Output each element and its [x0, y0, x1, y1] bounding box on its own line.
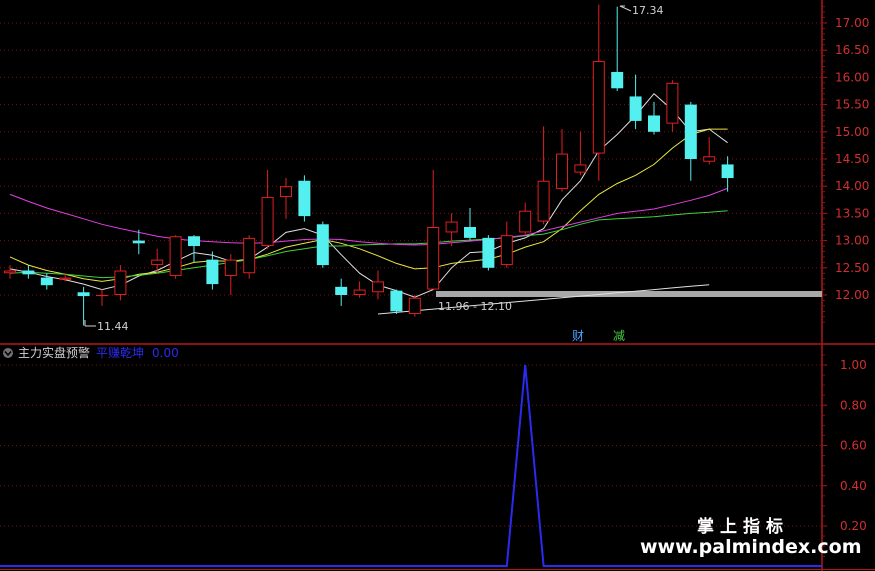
candle-body — [500, 235, 513, 266]
candle-body — [666, 82, 679, 124]
candle-body — [206, 259, 219, 285]
price-tick-label: 12.50 — [835, 261, 869, 275]
candle-body — [519, 210, 532, 233]
price-tick-label: 14.50 — [835, 152, 869, 166]
candle-body — [316, 224, 329, 266]
candle-body — [335, 286, 348, 295]
indicator-tick-label: 1.00 — [840, 358, 867, 372]
indicator-current-value: 0.00 — [152, 346, 179, 360]
stock-chart: 17.00 16.50 16.00 15.50 15.00 14.50 14.00 13.50… — [0, 0, 875, 571]
candle — [408, 295, 421, 317]
price-tick-label: 15.00 — [835, 125, 869, 139]
marker-cai: 财 — [572, 329, 584, 343]
watermark-cn: 掌上指标 — [697, 516, 789, 537]
high-price-label: 17.34 — [632, 4, 664, 17]
price-tick-label: 14.00 — [835, 179, 869, 193]
indicator-tick-label: 0.20 — [840, 519, 867, 533]
price-tick-label: 16.50 — [835, 43, 869, 57]
candle-body — [721, 164, 734, 179]
indicator-collapse-icon[interactable] — [3, 348, 13, 358]
candle-body — [372, 281, 384, 293]
indicator-tick-label: 0.40 — [840, 479, 867, 493]
candle-body — [4, 270, 16, 274]
candle — [169, 235, 182, 279]
candle-body — [169, 236, 182, 276]
indicator-series-name: 平赚乾坤 — [96, 345, 144, 360]
candle-body — [703, 156, 716, 162]
candle-body — [188, 236, 200, 247]
indicator-tick-label: 0.60 — [840, 439, 867, 453]
marker-jian: 减 — [613, 329, 625, 343]
low-price-label: 11.44 — [97, 320, 129, 333]
candle-body — [77, 292, 90, 297]
price-tick-label: 16.00 — [835, 70, 869, 84]
candle-body — [648, 115, 660, 132]
price-tick-label: 13.00 — [835, 234, 869, 248]
candle-body — [574, 164, 587, 173]
candle-body — [390, 290, 403, 312]
candle-body — [592, 61, 605, 154]
candle-body — [556, 153, 568, 189]
candle-body — [151, 259, 164, 266]
candle-body — [40, 277, 53, 286]
candle-body — [408, 297, 421, 315]
candle-body — [261, 197, 274, 247]
candle-body — [59, 277, 72, 280]
indicator-tick-label: 0.80 — [840, 398, 867, 412]
candle — [298, 175, 311, 222]
candle-body — [298, 180, 311, 217]
candle-body — [629, 96, 642, 121]
candle-body — [537, 180, 550, 222]
candle-body — [243, 237, 256, 274]
candle — [316, 221, 329, 268]
candle — [243, 235, 256, 279]
candle-body — [280, 186, 292, 198]
range-label: 11.96 - 12.10 — [438, 300, 512, 313]
candle-body — [22, 270, 35, 275]
candle — [482, 235, 495, 271]
candle — [390, 289, 403, 315]
candle-body — [684, 104, 697, 159]
candle-body — [482, 237, 495, 268]
price-tick-label: 15.50 — [835, 98, 869, 112]
candle-body — [611, 71, 624, 89]
candle-body — [353, 289, 366, 295]
price-tick-label: 12.00 — [835, 288, 869, 302]
candle-body — [114, 270, 127, 295]
price-tick-label: 17.00 — [835, 16, 869, 30]
candle-body — [445, 221, 458, 233]
candle-body — [224, 259, 237, 276]
candle-body — [427, 227, 440, 290]
candle-body — [464, 227, 476, 238]
candle-body — [132, 240, 145, 244]
price-tick-label: 13.50 — [835, 206, 869, 220]
indicator-title[interactable]: 主力实盘预警 — [18, 345, 90, 360]
watermark-url: www.palmindex.com — [640, 536, 862, 558]
